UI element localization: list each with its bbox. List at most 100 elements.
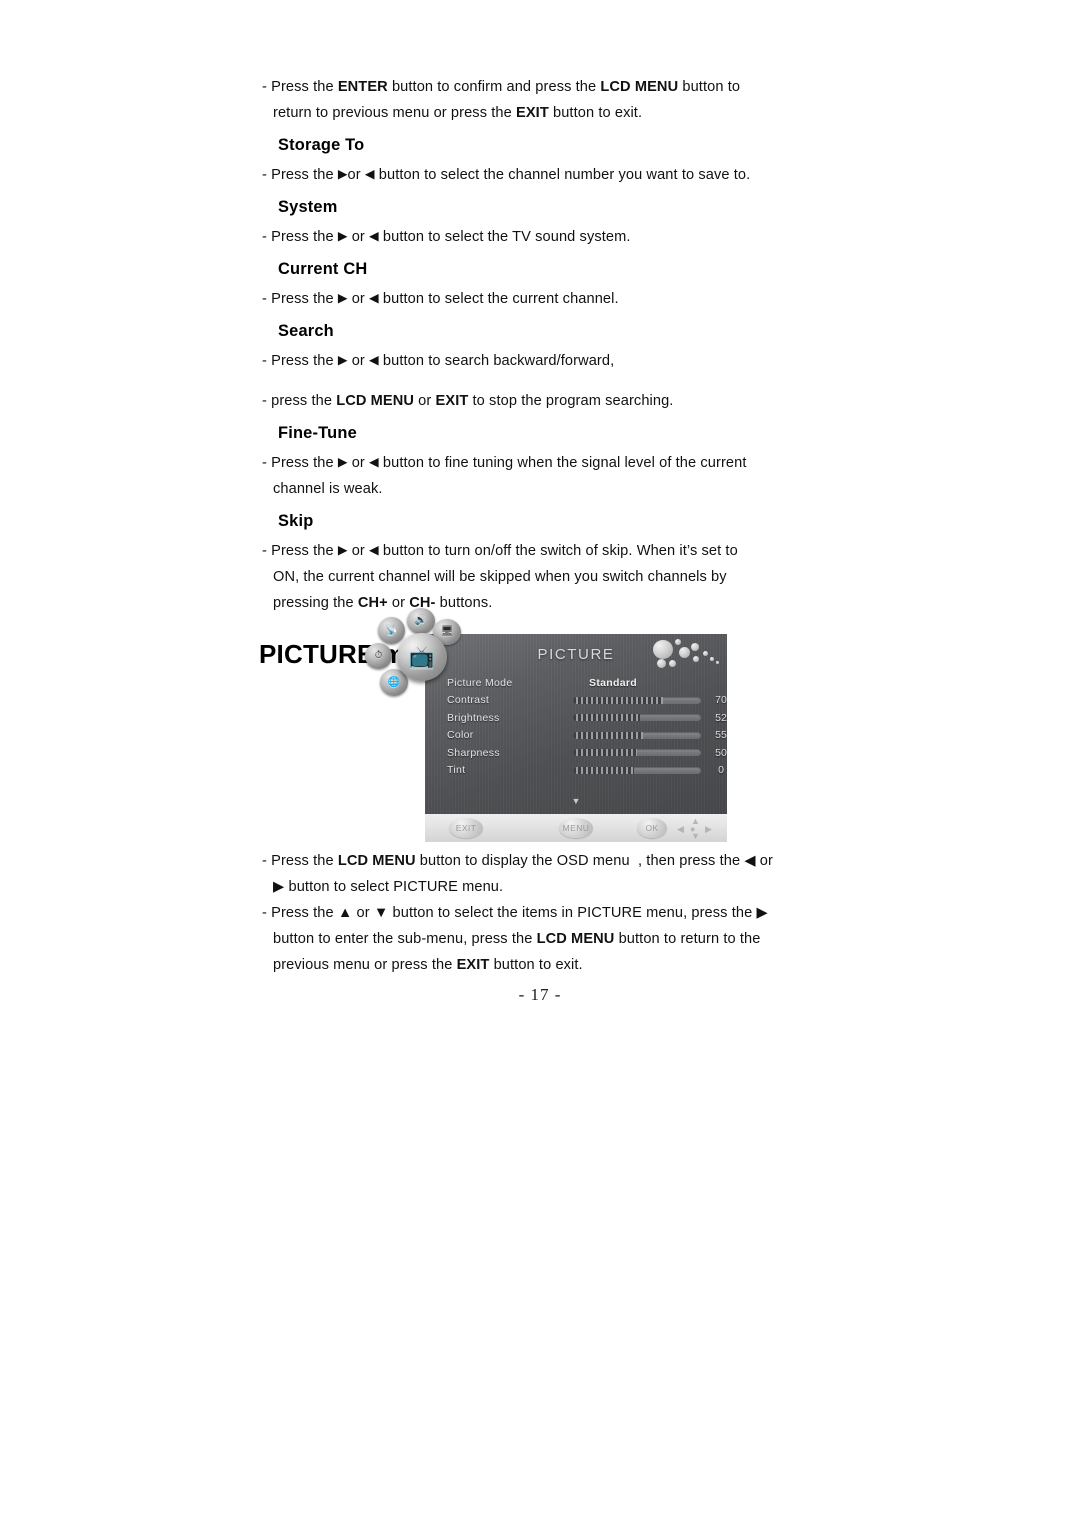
line-pre: - Press the — [262, 543, 338, 559]
line-pre: - Press the — [262, 455, 338, 471]
osd-row-tint[interactable]: Tint 0 — [447, 762, 724, 780]
subheading-system: System — [278, 198, 338, 216]
exit-keyword: EXIT — [456, 957, 490, 973]
search-line-2: - press the LCD MENU or EXIT to stop the… — [262, 388, 842, 414]
page-number-footer: - 17 - — [518, 985, 562, 1004]
clock-icon: ⏱ — [365, 643, 392, 669]
antenna-icon: 📡 — [378, 617, 405, 644]
line-mid: or — [347, 455, 370, 471]
osd-slider-fill — [573, 766, 635, 774]
current-ch-paragraph: - Press the ▶ or ◀ button to select the … — [262, 285, 842, 312]
osd-slider-contrast[interactable] — [551, 696, 701, 704]
clock-glyph: ⏱ — [374, 650, 383, 661]
osd-slider-track[interactable] — [573, 749, 701, 757]
setup-glyph: 🖥 — [440, 626, 454, 637]
fine-tune-line-2: channel is weak. — [273, 481, 383, 497]
osd-slider-tint[interactable] — [551, 766, 701, 774]
line-post: button to exit. — [489, 957, 583, 973]
right-arrow-icon: ▶ — [337, 229, 348, 243]
left-arrow-icon: ◀ — [364, 167, 375, 181]
line-mid: or — [347, 167, 365, 183]
subheading-skip: Skip — [278, 512, 314, 530]
intro-line1-pre: - Press the — [262, 79, 338, 95]
osd-dpad[interactable]: ▲ ◀ ● ▶ ▼ — [673, 817, 717, 841]
osd-menu-button[interactable]: MENU — [559, 818, 593, 838]
intro-line-2: return to previous menu or press the EXI… — [262, 100, 842, 126]
osd-slider-brightness[interactable] — [551, 714, 701, 722]
osd-slider-fill — [573, 731, 644, 739]
osd-slider-track[interactable] — [573, 714, 701, 722]
sound-glyph: 🔊 — [414, 615, 428, 626]
osd-value: 70 — [715, 694, 727, 707]
osd-exit-button[interactable]: EXIT — [449, 818, 483, 838]
dpad-right-icon[interactable]: ▶ — [705, 825, 712, 834]
line-post: button to fine tuning when the signal le… — [378, 455, 747, 471]
bottom-p1-line-2: ▶ button to select PICTURE menu. — [273, 879, 504, 895]
exit-keyword: EXIT — [435, 393, 469, 409]
bottom-p2-line-3: previous menu or press the EXIT button t… — [262, 952, 842, 978]
search-stop-paragraph: - press the LCD MENU or EXIT to stop the… — [262, 388, 842, 414]
osd-value: 50 — [715, 746, 727, 759]
left-arrow-icon: ◀ — [369, 543, 379, 557]
osd-slider-fill — [573, 714, 640, 722]
osd-row-brightness[interactable]: Brightness 52 — [447, 709, 727, 727]
enter-keyword: ENTER — [337, 79, 388, 95]
antenna-glyph: 📡 — [385, 624, 398, 636]
dpad-left-icon[interactable]: ◀ — [677, 825, 684, 834]
bottom-p2-line-2: button to enter the sub-menu, press the … — [262, 926, 842, 952]
exit-keyword: EXIT — [516, 105, 549, 121]
line-post: button to search backward/forward, — [378, 353, 615, 369]
line-pre: - Press the — [262, 353, 338, 369]
osd-slider-fill — [573, 749, 637, 757]
picture-icon: 📺 — [397, 633, 447, 681]
osd-slider-track[interactable] — [573, 731, 701, 739]
skip-line-2: ON, the current channel will be skipped … — [273, 569, 727, 585]
osd-slider-track[interactable] — [573, 766, 701, 774]
osd-picture-mode-value: Standard — [589, 676, 637, 689]
osd-ok-button[interactable]: OK — [637, 818, 667, 838]
intro-line2-post: button to exit. — [548, 105, 643, 121]
osd-row-sharpness[interactable]: Sharpness 50 — [447, 744, 727, 762]
line-mid: or — [414, 393, 436, 409]
lcd-menu-keyword: LCD MENU — [336, 393, 415, 409]
osd-slider-track[interactable] — [573, 696, 701, 704]
bottom-paragraph-1: - Press the LCD MENU button to display t… — [262, 848, 842, 900]
osd-row-color[interactable]: Color 55 — [447, 727, 727, 745]
left-arrow-icon: ◀ — [369, 229, 379, 243]
globe-glyph: 🌐 — [387, 676, 401, 688]
osd-slider-fill — [573, 696, 663, 704]
bubble-decoration-icon — [653, 638, 723, 672]
osd-slider-color[interactable] — [551, 731, 701, 739]
right-arrow-icon: ▶ — [337, 543, 348, 557]
intro-line1-mid: button to confirm and press the — [387, 79, 601, 95]
line-pre: - Press the — [262, 291, 338, 307]
osd-slider-sharpness[interactable] — [551, 749, 701, 757]
right-arrow-icon: ▶ — [337, 455, 348, 469]
line-pre: previous menu or press the — [273, 957, 457, 973]
bottom-instructions-block: - Press the LCD MENU button to display t… — [262, 848, 842, 978]
intro-line-1: - Press the ENTER button to confirm and … — [262, 74, 842, 100]
line-pre: - Press the — [262, 229, 338, 245]
right-arrow-icon: ▶ — [337, 167, 348, 181]
osd-value: 0 — [718, 764, 724, 777]
left-arrow-icon: ◀ — [369, 291, 379, 305]
storage-to-paragraph: - Press the ▶or ◀ button to select the c… — [262, 161, 842, 188]
line-pre: - press the — [262, 393, 337, 409]
osd-label: Color — [447, 729, 474, 742]
intro-line1-post: button to — [678, 79, 741, 95]
osd-scroll-down-icon[interactable]: ▼ — [425, 796, 727, 806]
manual-page: - Press the ENTER button to confirm and … — [0, 0, 1080, 1528]
osd-label: Sharpness — [447, 746, 500, 759]
osd-value: 55 — [715, 729, 727, 742]
line-post: button to display the OSD menu , then pr… — [415, 853, 773, 869]
osd-label: Brightness — [447, 711, 500, 724]
lcd-menu-keyword: LCD MENU — [337, 853, 416, 869]
left-arrow-icon: ◀ — [369, 353, 379, 367]
osd-row-contrast[interactable]: Contrast 70 — [447, 692, 727, 710]
osd-value: 52 — [715, 711, 727, 724]
osd-screen-panel: PICTURE Picture Mode Standard Contrast 7… — [425, 634, 727, 814]
osd-row-picture-mode[interactable]: Picture Mode Standard — [447, 674, 717, 692]
search-line-1: - Press the ▶ or ◀ button to search back… — [262, 347, 842, 374]
subheading-storage-to: Storage To — [278, 136, 365, 154]
dpad-down-icon[interactable]: ▼ — [691, 832, 700, 841]
